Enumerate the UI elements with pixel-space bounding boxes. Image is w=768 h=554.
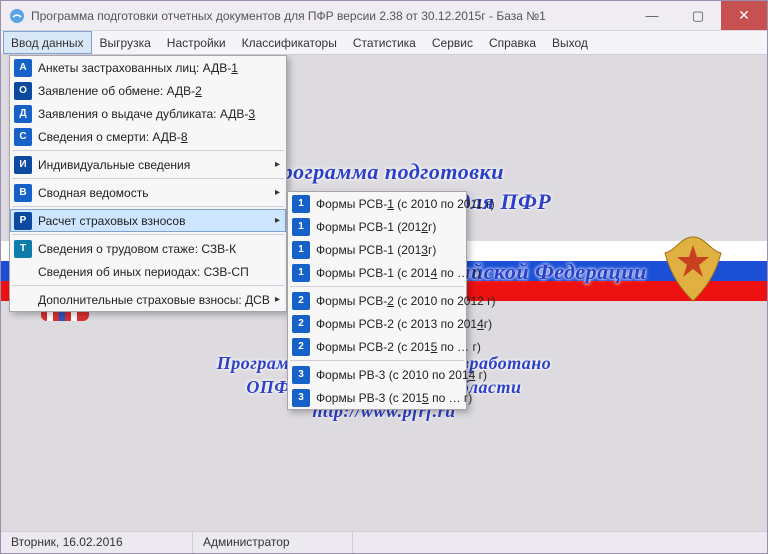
menu-separator	[12, 234, 284, 235]
menu-item-label: Расчет страховых взносов	[38, 214, 268, 228]
minimize-button[interactable]: —	[629, 1, 675, 30]
menu-item-label: Сведения об иных периодах: СЗВ-СП	[38, 265, 268, 279]
menu-item-icon: 2	[292, 292, 310, 310]
menu-item-label: Индивидуальные сведения	[38, 158, 268, 172]
submenu-item[interactable]: 1Формы РСВ-1 (с 2010 по 2011 г)	[288, 192, 466, 215]
submenu-item[interactable]: 3Формы РВ-3 (с 2010 по 2014 г)	[288, 363, 466, 386]
submenu-arrow-icon: ▸	[275, 294, 280, 305]
submenu-item[interactable]: 1 Формы РСВ-1 (2013г)	[288, 238, 466, 261]
menu-separator	[12, 206, 284, 207]
menu-item-icon: 1	[292, 241, 310, 259]
submenu-item[interactable]: 1 Формы РСВ-1 (2012г)	[288, 215, 466, 238]
menu-separator	[12, 285, 284, 286]
menu-item-label: Формы РСВ-2 (с 2013 по 2014г)	[316, 317, 492, 331]
status-date: Вторник, 16.02.2016	[1, 532, 193, 553]
menu-выход[interactable]: Выход	[544, 31, 596, 54]
menu-item[interactable]: Р Расчет страховых взносов ▸	[10, 209, 286, 232]
menu-item-icon	[14, 291, 32, 309]
menu-item-label: Формы РСВ-2 (с 2010 по 2012 г)	[316, 294, 496, 308]
menu-separator	[290, 360, 464, 361]
submenu-arrow-icon: ▸	[275, 187, 280, 198]
menu-item[interactable]: О Заявление об обмене: АДВ-2	[10, 79, 286, 102]
menu-item-label: Сведения о смерти: АДВ-8	[38, 130, 268, 144]
menu-item[interactable]: И Индивидуальные сведения ▸	[10, 153, 286, 176]
menu-item[interactable]: Дополнительные страховые взносы: ДСВ ▸	[10, 288, 286, 311]
status-user: Администратор	[193, 532, 353, 553]
menu-item[interactable]: Т Сведения о трудовом стаже: СЗВ-К	[10, 237, 286, 260]
menu-item-label: Формы РВ-3 (с 2010 по 2014 г)	[316, 368, 487, 382]
menu-статистика[interactable]: Статистика	[345, 31, 424, 54]
menu-item-icon: 1	[292, 264, 310, 282]
menu-item-label: Формы РСВ-1 (2012г)	[316, 220, 448, 234]
menu-item-icon	[14, 263, 32, 281]
menu-item-icon: 3	[292, 366, 310, 384]
submenu-item[interactable]: 2Формы РСВ-2 (с 2010 по 2012 г)	[288, 289, 466, 312]
menu-item[interactable]: А Анкеты застрахованных лиц: АДВ-1	[10, 56, 286, 79]
menu-item-icon: Д	[14, 105, 32, 123]
submenu-arrow-icon: ▸	[275, 215, 280, 226]
menu-настройки[interactable]: Настройки	[159, 31, 234, 54]
menu-item-label: Анкеты застрахованных лиц: АДВ-1	[38, 61, 268, 75]
menu-item-icon: С	[14, 128, 32, 146]
menu-item-label: Формы РСВ-1 (2013г)	[316, 243, 448, 257]
menu-item[interactable]: С Сведения о смерти: АДВ-8	[10, 125, 286, 148]
menu-ввод-данных[interactable]: Ввод данных	[3, 31, 92, 54]
menu-item-label: Дополнительные страховые взносы: ДСВ	[38, 293, 270, 307]
menu-item[interactable]: В Сводная ведомость ▸	[10, 181, 286, 204]
menu-item-label: Сводная ведомость	[38, 186, 268, 200]
menu-item-icon: Т	[14, 240, 32, 258]
menu-item-label: Формы РСВ-1 (с 2014 по … г)	[316, 266, 481, 280]
menu-item-label: Заявления о выдаче дубликата: АДВ-3	[38, 107, 268, 121]
menu-item-icon: 1	[292, 218, 310, 236]
submenu-item[interactable]: 3Формы РВ-3 (с 2015 по … г)	[288, 386, 466, 409]
menu-item-icon: 2	[292, 315, 310, 333]
menu-справка[interactable]: Справка	[481, 31, 544, 54]
menu-выгрузка[interactable]: Выгрузка	[92, 31, 159, 54]
app-icon	[9, 8, 25, 24]
menu-item-icon: 1	[292, 195, 310, 213]
client-area: Программа подготовки отчетных документов…	[1, 55, 767, 531]
app-window: Программа подготовки отчетных документов…	[0, 0, 768, 554]
menu-item-label: Формы РСВ-1 (с 2010 по 2011 г)	[316, 197, 495, 211]
menu-классификаторы[interactable]: Классификаторы	[234, 31, 345, 54]
maximize-button[interactable]: ▢	[675, 1, 721, 30]
submenu-item[interactable]: 2Формы РСВ-2 (с 2013 по 2014г)	[288, 312, 466, 335]
dropdown-main: А Анкеты застрахованных лиц: АДВ-1 О Заявле…	[9, 55, 287, 312]
menu-item-icon: А	[14, 59, 32, 77]
titlebar[interactable]: Программа подготовки отчетных документов…	[1, 1, 767, 31]
menu-item-icon: 3	[292, 389, 310, 407]
menu-separator	[12, 150, 284, 151]
menu-item-label: Формы РВ-3 (с 2015 по … г)	[316, 391, 472, 405]
close-button[interactable]: ✕	[721, 1, 767, 30]
menu-separator	[290, 286, 464, 287]
window-controls: — ▢ ✕	[629, 1, 767, 30]
statusbar: Вторник, 16.02.2016 Администратор	[1, 531, 767, 553]
submenu-arrow-icon: ▸	[275, 159, 280, 170]
menubar: Ввод данныхВыгрузкаНастройкиКлассификато…	[1, 31, 767, 55]
dropdown-submenu: 1Формы РСВ-1 (с 2010 по 2011 г)1Формы РС…	[287, 191, 467, 410]
menu-item-icon: В	[14, 184, 32, 202]
menu-item-icon: О	[14, 82, 32, 100]
menu-separator	[12, 178, 284, 179]
menu-item-label: Заявление об обмене: АДВ-2	[38, 84, 268, 98]
status-empty	[353, 532, 767, 553]
submenu-item[interactable]: 2Формы РСВ-2 (с 2015 по … г)	[288, 335, 466, 358]
window-title: Программа подготовки отчетных документов…	[31, 9, 629, 23]
menu-item-label: Формы РСВ-2 (с 2015 по … г)	[316, 340, 481, 354]
submenu-item[interactable]: 1Формы РСВ-1 (с 2014 по … г)	[288, 261, 466, 284]
menu-item[interactable]: Сведения об иных периодах: СЗВ-СП	[10, 260, 286, 283]
menu-item[interactable]: Д Заявления о выдаче дубликата: АДВ-3	[10, 102, 286, 125]
menu-item-icon: Р	[14, 212, 32, 230]
menu-сервис[interactable]: Сервис	[424, 31, 481, 54]
menu-item-icon: И	[14, 156, 32, 174]
menu-item-label: Сведения о трудовом стаже: СЗВ-К	[38, 242, 268, 256]
menu-item-icon: 2	[292, 338, 310, 356]
